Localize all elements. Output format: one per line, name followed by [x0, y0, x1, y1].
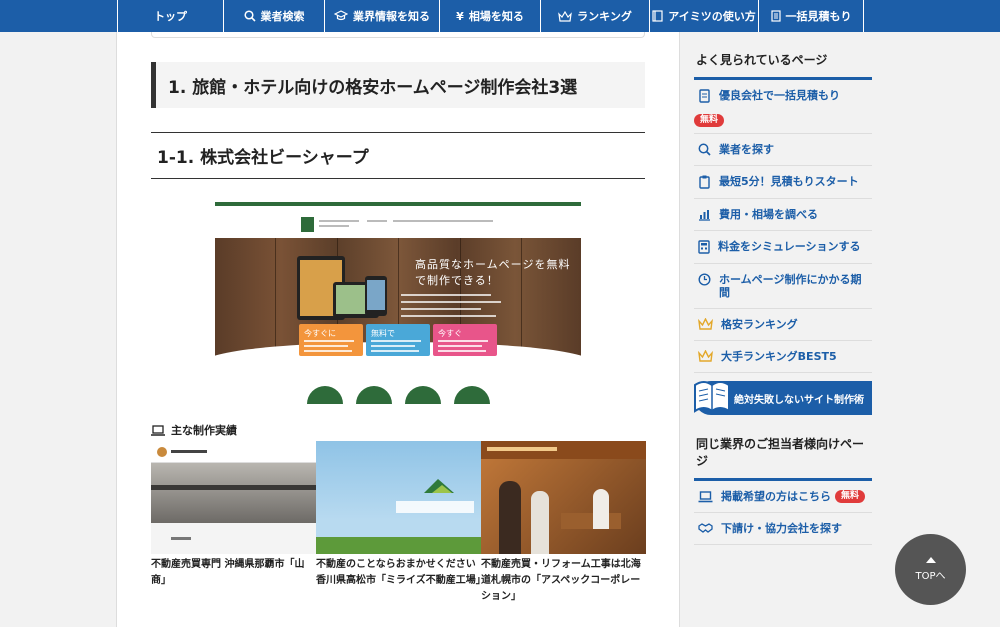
sidebar-item-start-estimate[interactable]: 最短5分！見積もりスタート: [694, 166, 872, 199]
global-nav: トップ 業者検索 業界情報を知る ¥ 相場を知る ランキング アイミツの使い方 …: [0, 0, 1000, 32]
nav-search[interactable]: 業者検索: [223, 0, 324, 32]
main-content: 1. 旅館・ホテル向けの格安ホームページ制作会社3選 1-1. 株式会社ビーシャ…: [116, 32, 680, 627]
work-caption-2: 不動産のことならおまかせください 香川県高松市「ミライズ不動産工場」: [316, 559, 486, 586]
document-icon: [699, 89, 710, 103]
nav-bulk-estimate[interactable]: 一括見積もり: [758, 0, 864, 32]
sidebar-item-find-vendor[interactable]: 業者を探す: [694, 134, 872, 166]
nav-howto-label: アイミツの使い方: [668, 10, 756, 23]
free-badge: 無料: [835, 490, 866, 503]
bar-chart-icon: [699, 210, 710, 221]
sidebar: よく見られているページ 優良会社で一括見積もり 無料 業者を探す 最短5分！見積…: [694, 32, 872, 545]
sidebar-item-major-ranking[interactable]: 大手ランキングBEST5: [694, 341, 872, 373]
sidebar-item-label: 掲載希望の方はこちら: [721, 490, 831, 503]
works-heading-label: 主な制作実績: [171, 424, 237, 437]
nav-top-label: トップ: [154, 10, 187, 23]
nav-search-label: 業者検索: [260, 10, 305, 23]
sidebar-item-simulation[interactable]: 料金をシミュレーションする: [694, 231, 872, 264]
sidebar-item-cheap-ranking[interactable]: 格安ランキング: [694, 309, 872, 341]
sidebar-item-period[interactable]: ホームページ制作にかかる期間: [694, 264, 872, 309]
company-heading: 1-1. 株式会社ビーシャープ: [151, 132, 645, 179]
work-caption-1: 不動産売買専門 沖縄県那覇市「山商」: [151, 559, 305, 586]
calculator-icon: [698, 240, 710, 254]
laptop-icon: [698, 490, 713, 502]
previous-box-edge: [151, 32, 645, 38]
back-to-top-label: TOPへ: [915, 571, 946, 582]
work-item-2[interactable]: 不動産のことならおまかせください 香川県高松市「ミライズ不動産工場」: [316, 441, 486, 589]
nav-bulk-estimate-label: 一括見積もり: [785, 10, 852, 23]
sidebar-item-subcontract[interactable]: 下請け・協力会社を探す: [694, 513, 872, 545]
graduation-cap-icon: [334, 10, 348, 21]
section-heading: 1. 旅館・ホテル向けの格安ホームページ制作会社3選: [151, 62, 645, 108]
caret-up-icon: [925, 557, 936, 563]
nav-top[interactable]: トップ: [117, 0, 223, 32]
sidebar-item-label: 料金をシミュレーションする: [718, 240, 861, 253]
sidebar-item-label: 下請け・協力会社を探す: [721, 522, 842, 535]
book-icon: [694, 381, 730, 413]
nav-howto[interactable]: アイミツの使い方: [649, 0, 758, 32]
work-image-1: [151, 441, 316, 554]
guide-banner-label: 絶対失敗しないサイト制作術: [734, 394, 864, 406]
sidebar-item-label: 最短5分！見積もりスタート: [719, 175, 859, 188]
hero-title: 高品質なホームページを無料で制作できる！: [415, 258, 571, 287]
back-to-top-button[interactable]: TOPへ: [895, 534, 966, 605]
nav-price-label: 相場を知る: [468, 10, 524, 23]
work-item-1[interactable]: 不動産売買専門 沖縄県那覇市「山商」: [151, 441, 316, 589]
cta-orange[interactable]: 今すぐに: [299, 324, 363, 356]
company-website-screenshot: 高品質なホームページを無料で制作できる！ 今すぐに 無料で 今すぐ: [205, 202, 591, 382]
sidebar-heading-industry: 同じ業界のご担当者様向けページ: [694, 415, 872, 481]
nav-ranking[interactable]: ランキング: [540, 0, 649, 32]
nav-industry-info[interactable]: 業界情報を知る: [324, 0, 439, 32]
sidebar-item-cost[interactable]: 費用・相場を調べる: [694, 199, 872, 231]
works-heading: 主な制作実績: [151, 422, 237, 438]
cta-blue[interactable]: 無料で: [366, 324, 430, 356]
handshake-icon: [698, 523, 713, 533]
slider-dot[interactable]: [405, 386, 441, 404]
crown-icon: [698, 350, 713, 362]
screenshot-header: [215, 206, 581, 238]
work-image-2: [316, 441, 481, 554]
phone-mockup: [365, 276, 387, 316]
site-logo: [301, 217, 314, 232]
document-icon: [770, 10, 781, 22]
sidebar-item-label: 費用・相場を調べる: [719, 208, 818, 221]
yen-icon: ¥: [456, 9, 464, 23]
work-item-3[interactable]: 不動産売買・リフォーム工事は北海道札幌市の「アスペックコーポレーション」: [481, 441, 646, 605]
laptop-icon: [151, 424, 165, 436]
book-icon: [652, 10, 663, 22]
slider-dots: [307, 386, 490, 404]
crown-icon: [558, 10, 573, 22]
search-icon: [243, 10, 256, 22]
nav-industry-info-label: 業界情報を知る: [353, 10, 430, 23]
clock-icon: [698, 273, 711, 286]
sidebar-heading-popular: よく見られているページ: [694, 32, 872, 80]
sidebar-item-label: ホームページ制作にかかる期間: [719, 273, 862, 299]
sidebar-item-label: 格安ランキング: [721, 318, 798, 331]
guide-banner[interactable]: 絶対失敗しないサイト制作術: [694, 381, 872, 415]
sidebar-badge-row: 無料: [694, 105, 872, 134]
cta-pink[interactable]: 今すぐ: [433, 324, 497, 356]
slider-dot[interactable]: [356, 386, 392, 404]
sidebar-item-bulk-estimate[interactable]: 優良会社で一括見積もり: [694, 80, 872, 105]
sidebar-item-label: 大手ランキングBEST5: [721, 350, 837, 363]
work-caption-3: 不動産売買・リフォーム工事は北海道札幌市の「アスペックコーポレーション」: [481, 559, 641, 602]
sidebar-item-label: 業者を探す: [719, 143, 774, 156]
clipboard-icon: [699, 175, 710, 189]
work-image-3: [481, 441, 646, 554]
search-icon: [698, 143, 711, 156]
free-badge: 無料: [694, 114, 725, 127]
sidebar-item-listing[interactable]: 掲載希望の方はこちら 無料: [694, 481, 872, 513]
slider-dot[interactable]: [307, 386, 343, 404]
slider-dot[interactable]: [454, 386, 490, 404]
nav-ranking-label: ランキング: [577, 10, 632, 23]
crown-icon: [698, 318, 713, 330]
nav-price[interactable]: ¥ 相場を知る: [439, 0, 540, 32]
sidebar-item-label: 優良会社で一括見積もり: [719, 89, 840, 102]
